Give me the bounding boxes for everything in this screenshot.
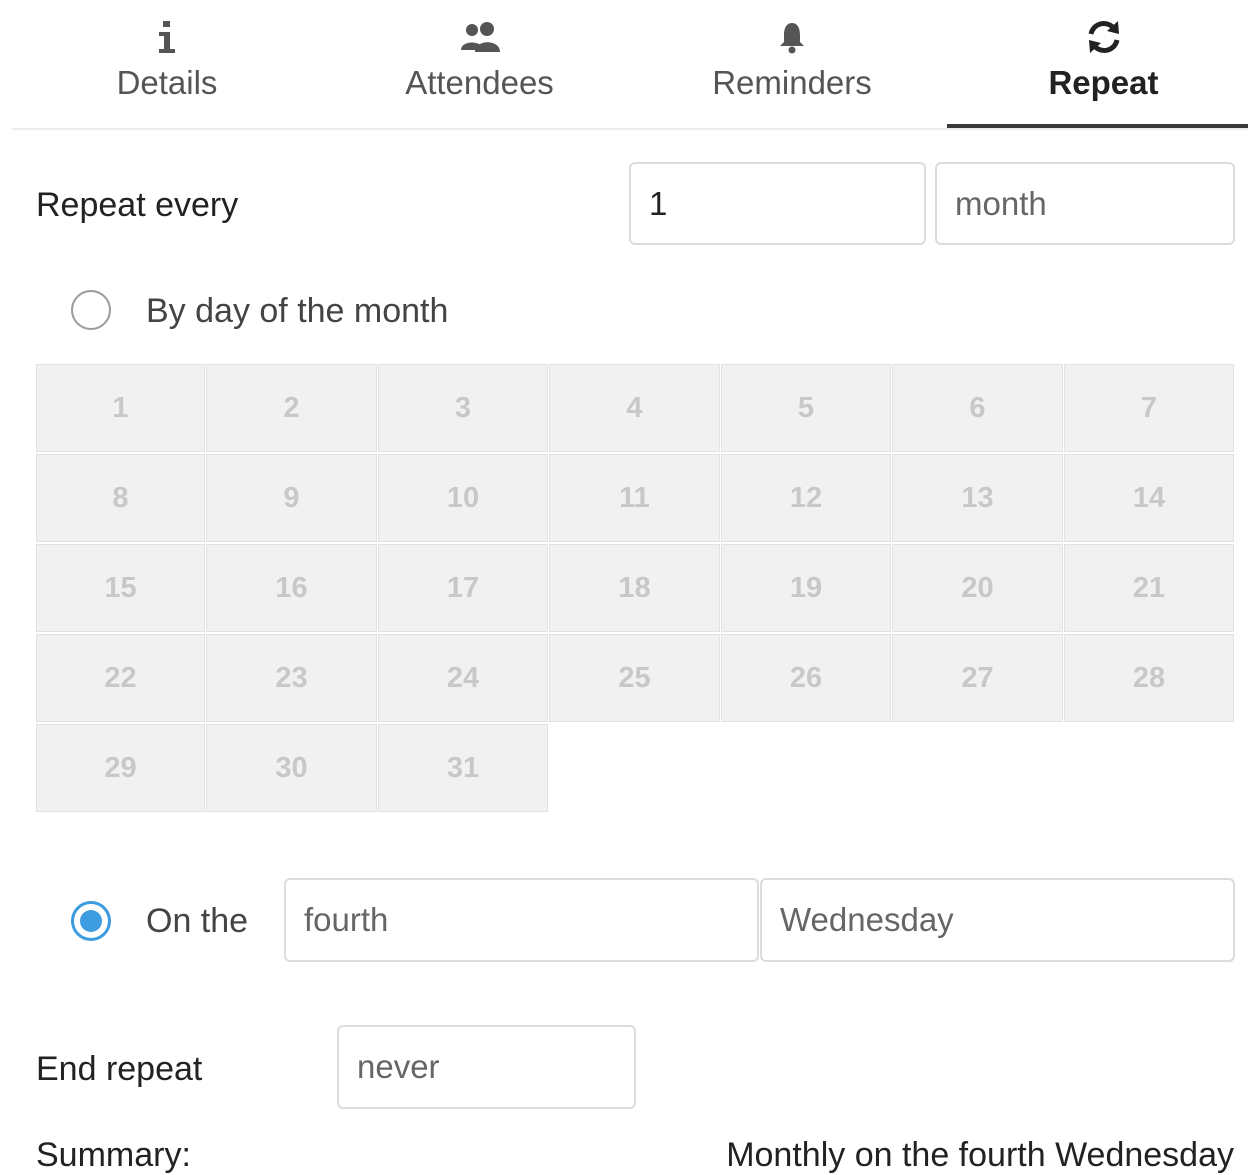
end-repeat-label: End repeat [36, 1050, 203, 1088]
day-cell[interactable]: 24 [378, 634, 548, 722]
day-cell[interactable]: 5 [721, 364, 891, 452]
day-cell[interactable]: 10 [378, 454, 548, 542]
summary-text: Monthly on the fourth Wednesday [726, 1136, 1234, 1174]
by-day-radio[interactable] [71, 290, 111, 330]
day-cell[interactable]: 9 [206, 454, 377, 542]
day-of-month-grid: 1 2 3 4 5 6 7 8 9 10 11 12 13 14 15 16 17 18 19 20 21 22 23 24 2… [36, 364, 1234, 814]
day-cell[interactable]: 3 [378, 364, 548, 452]
info-icon [12, 18, 322, 56]
day-cell[interactable]: 6 [892, 364, 1063, 452]
day-cell[interactable]: 26 [721, 634, 891, 722]
day-cell[interactable]: 20 [892, 544, 1063, 632]
day-cell[interactable]: 29 [36, 724, 205, 812]
on-the-radio[interactable] [71, 901, 111, 941]
day-cell[interactable]: 31 [378, 724, 548, 812]
day-cell[interactable]: 14 [1064, 454, 1234, 542]
bell-icon [637, 18, 947, 56]
day-cell[interactable]: 30 [206, 724, 377, 812]
repeat-unit-select[interactable]: month [935, 162, 1235, 245]
summary-label: Summary: [36, 1136, 191, 1174]
ordinal-select[interactable]: fourth [284, 878, 759, 962]
end-repeat-select[interactable]: never [337, 1025, 636, 1109]
day-cell[interactable]: 16 [206, 544, 377, 632]
day-cell[interactable]: 15 [36, 544, 205, 632]
day-cell[interactable]: 12 [721, 454, 891, 542]
day-cell[interactable]: 4 [549, 364, 720, 452]
repeat-count-input[interactable]: 1 [629, 162, 926, 245]
tab-reminders-label: Reminders [712, 64, 872, 101]
tab-repeat[interactable]: Repeat [947, 0, 1248, 128]
refresh-icon [947, 18, 1248, 56]
day-cell[interactable]: 21 [1064, 544, 1234, 632]
day-cell[interactable]: 17 [378, 544, 548, 632]
tab-attendees[interactable]: Attendees [322, 0, 637, 128]
day-cell[interactable]: 11 [549, 454, 720, 542]
tab-reminders[interactable]: Reminders [637, 0, 947, 128]
day-cell[interactable]: 28 [1064, 634, 1234, 722]
tab-bar: Details Attendees Reminders Repeat [12, 0, 1248, 130]
tab-details[interactable]: Details [12, 0, 322, 128]
day-cell[interactable]: 19 [721, 544, 891, 632]
tab-repeat-label: Repeat [1048, 64, 1159, 101]
by-day-label[interactable]: By day of the month [146, 292, 448, 331]
day-cell[interactable]: 25 [549, 634, 720, 722]
people-icon [322, 18, 637, 56]
day-cell[interactable]: 8 [36, 454, 205, 542]
tab-details-label: Details [116, 64, 218, 101]
day-cell[interactable]: 18 [549, 544, 720, 632]
repeat-every-label: Repeat every [36, 186, 239, 224]
weekday-select[interactable]: Wednesday [760, 878, 1235, 962]
on-the-label[interactable]: On the [146, 902, 248, 941]
tab-attendees-label: Attendees [405, 64, 554, 101]
day-cell[interactable]: 23 [206, 634, 377, 722]
day-cell[interactable]: 22 [36, 634, 205, 722]
day-cell[interactable]: 27 [892, 634, 1063, 722]
day-cell[interactable]: 13 [892, 454, 1063, 542]
day-cell[interactable]: 7 [1064, 364, 1234, 452]
day-cell[interactable]: 1 [36, 364, 205, 452]
day-cell[interactable]: 2 [206, 364, 377, 452]
